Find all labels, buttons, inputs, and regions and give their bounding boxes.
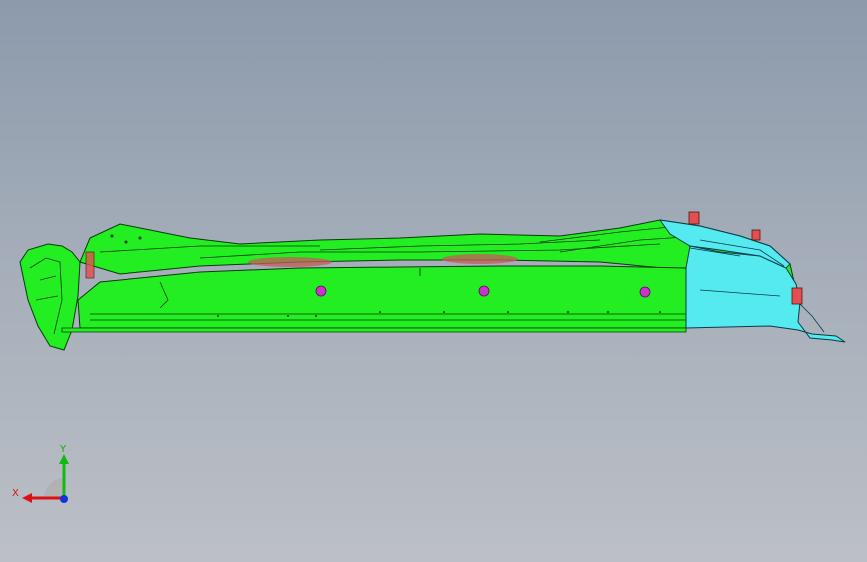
mounting-hole-3[interactable] <box>639 286 651 298</box>
clip-top[interactable] <box>688 211 700 225</box>
clip-right-side[interactable] <box>791 287 803 305</box>
bottom-flange[interactable] <box>61 327 687 333</box>
orientation-triad[interactable]: Y X <box>10 438 80 510</box>
cad-model-beam[interactable] <box>0 0 867 562</box>
x-axis-label: X <box>12 488 19 499</box>
left-end-bracket[interactable] <box>19 243 81 351</box>
xy-plane-quadrant <box>44 478 64 498</box>
main-side-panel[interactable] <box>77 265 687 329</box>
clip-right-top[interactable] <box>751 229 761 241</box>
x-axis-arrow <box>22 493 32 503</box>
3d-viewport[interactable]: Y X <box>0 0 867 562</box>
clip-left[interactable] <box>85 251 95 279</box>
mounting-hole-1[interactable] <box>315 285 327 297</box>
rail-recess-1 <box>248 257 332 267</box>
mounting-hole-2[interactable] <box>478 285 490 297</box>
z-axis-dot <box>60 495 68 503</box>
y-axis-arrow <box>59 454 69 464</box>
y-axis-label: Y <box>59 444 67 455</box>
rail-recess-2 <box>442 254 518 264</box>
